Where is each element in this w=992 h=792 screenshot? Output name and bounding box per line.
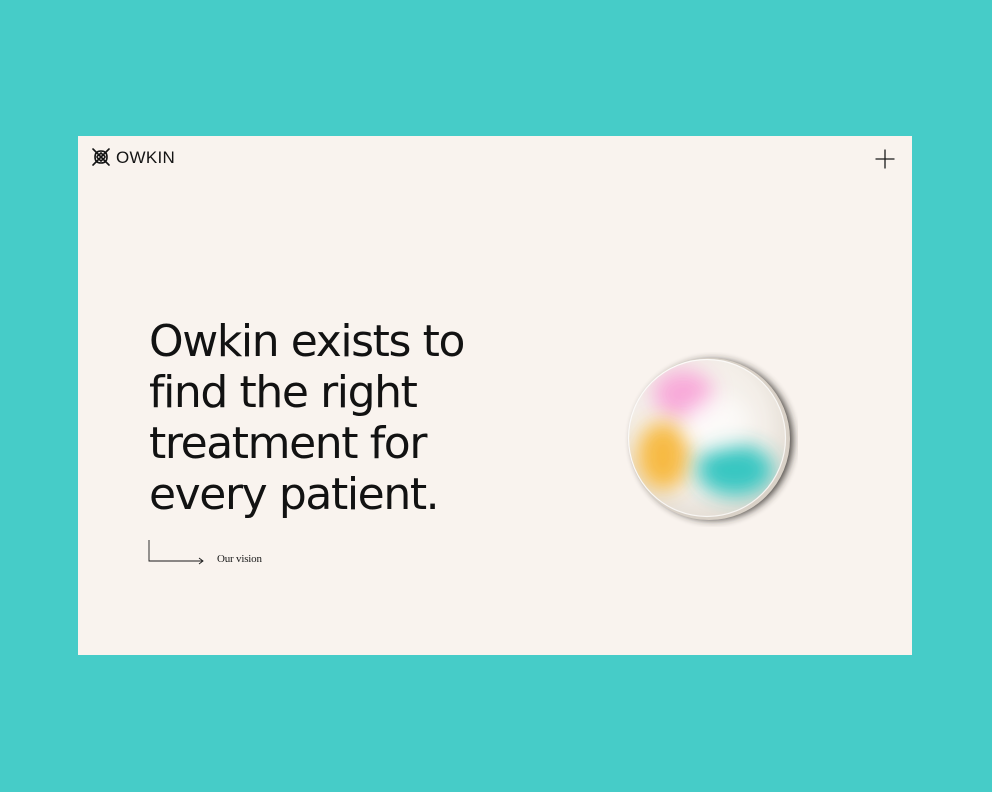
headline-line-4: every patient. xyxy=(149,469,440,520)
headline-line-1: Owkin exists to xyxy=(149,316,465,367)
owkin-logo-link[interactable]: OWKIN xyxy=(91,146,175,168)
headline-line-3: treatment for xyxy=(149,418,427,469)
menu-button[interactable] xyxy=(874,148,896,170)
our-vision-link[interactable]: Our vision xyxy=(148,540,278,566)
plus-icon xyxy=(875,149,895,169)
corner-arrow-right-icon xyxy=(148,540,204,565)
owkin-logo-icon xyxy=(92,148,110,166)
hero-headline: Owkin exists to find the right treatment… xyxy=(149,316,569,520)
headline-line-2: find the right xyxy=(149,367,418,418)
website-frame: OWKIN Owkin exists to find the right tre… xyxy=(78,136,912,655)
gradient-orb-illustration xyxy=(627,358,793,520)
our-vision-label: Our vision xyxy=(217,553,262,565)
brand-name: OWKIN xyxy=(116,147,176,167)
